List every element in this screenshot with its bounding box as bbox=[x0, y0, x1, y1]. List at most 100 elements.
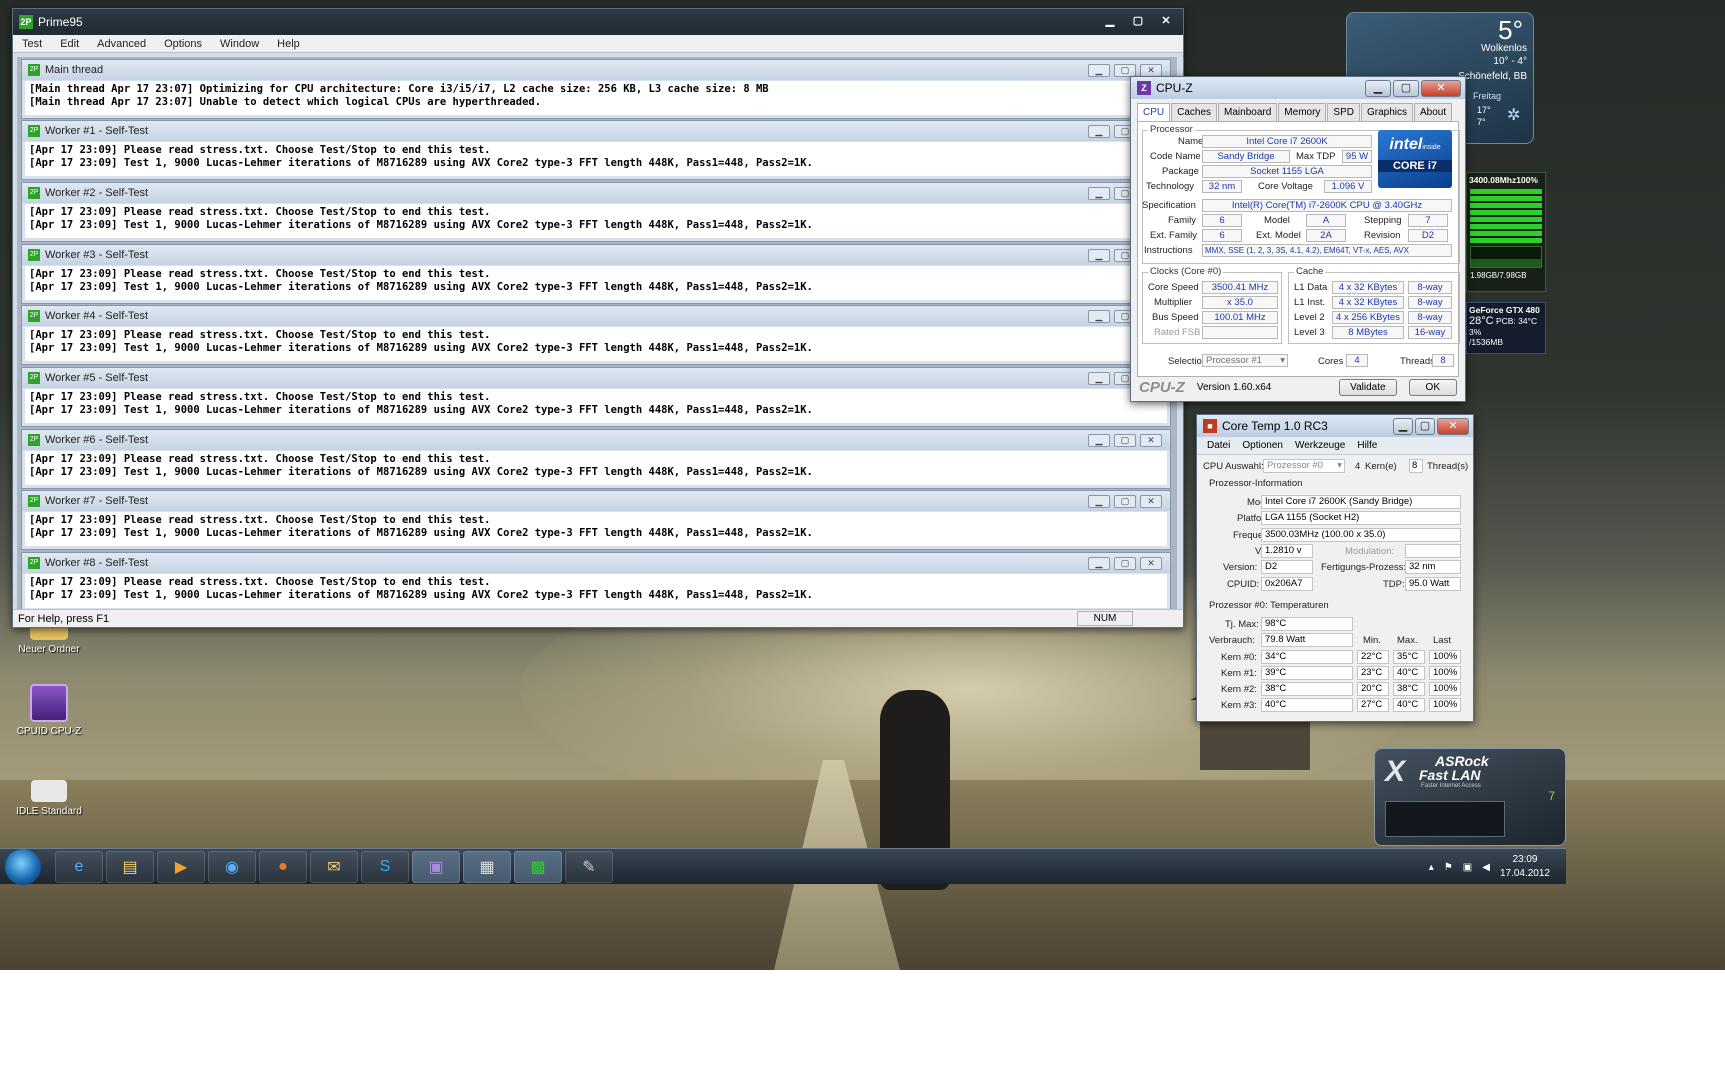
taskbar-skype[interactable]: S bbox=[361, 850, 409, 883]
minimize-button[interactable]: ▁ bbox=[1088, 248, 1110, 262]
taskbar-prime95[interactable]: ▩ bbox=[514, 850, 562, 883]
worker-window-8[interactable]: 2P Worker #8 - Self-Test ▁ ▢ ✕ [Apr 17 23:0… bbox=[21, 552, 1171, 612]
tab-spd[interactable]: SPD bbox=[1327, 103, 1360, 121]
menu-werkzeuge[interactable]: Werkzeuge bbox=[1289, 440, 1351, 451]
flag-icon[interactable]: ⚑ bbox=[1444, 862, 1453, 873]
log-output[interactable]: [Apr 17 23:09] Please read stress.txt. C… bbox=[25, 142, 1167, 176]
worker-window-3[interactable]: 2PWorker #3 - Self-Test ▁▢✕ [Apr 17 23:0… bbox=[21, 244, 1171, 304]
taskbar-media-player[interactable]: ▶ bbox=[157, 850, 205, 883]
tray-expand-icon[interactable]: ▴ bbox=[1429, 862, 1434, 873]
menu-window[interactable]: Window bbox=[211, 38, 268, 50]
ok-button[interactable]: OK bbox=[1408, 378, 1457, 396]
taskbar-firefox[interactable]: ● bbox=[259, 850, 307, 883]
close-button[interactable]: ✕ bbox=[1140, 494, 1162, 508]
menu-options[interactable]: Options bbox=[155, 38, 211, 50]
minimize-button[interactable]: ▁ bbox=[1393, 417, 1413, 435]
asrock-fastlan-gadget[interactable]: ASRock Fast LAN Faster Internet Access X… bbox=[1374, 748, 1566, 846]
minimize-button[interactable]: ▁ bbox=[1088, 433, 1110, 447]
worker-window-6[interactable]: 2P Worker #6 - Self-Test ▁ ▢ ✕ [Apr 17 23:0… bbox=[21, 429, 1171, 489]
taskbar-globe-app[interactable]: ◉ bbox=[208, 850, 256, 883]
processor-select[interactable]: Processor #1 ▾ bbox=[1202, 354, 1288, 367]
maximize-button[interactable]: ▢ bbox=[1114, 433, 1136, 447]
taskbar-coretemp[interactable]: ▦ bbox=[463, 850, 511, 883]
taskbar-explorer[interactable]: ▤ bbox=[106, 850, 154, 883]
minimize-button[interactable]: ▁ bbox=[1097, 14, 1123, 31]
tab-caches[interactable]: Caches bbox=[1171, 103, 1218, 121]
taskbar-tool[interactable]: ✎ bbox=[565, 850, 613, 883]
coretemp-window[interactable]: ■ Core Temp 1.0 RC3 ▁ ▢ ✕ Datei Optionen… bbox=[1196, 414, 1474, 722]
tab-about[interactable]: About bbox=[1414, 103, 1453, 121]
coretemp-titlebar[interactable]: ■ Core Temp 1.0 RC3 ▁ ▢ ✕ bbox=[1197, 415, 1473, 437]
log-output[interactable]: [Apr 17 23:09] Please read stress.txt. C… bbox=[25, 389, 1167, 423]
menu-test[interactable]: Test bbox=[13, 38, 51, 50]
maximize-button[interactable]: ▢ bbox=[1125, 14, 1151, 31]
ie-icon: e bbox=[74, 857, 84, 875]
menu-datei[interactable]: Datei bbox=[1201, 440, 1236, 451]
close-button[interactable]: ✕ bbox=[1421, 79, 1461, 97]
menu-edit[interactable]: Edit bbox=[51, 38, 88, 50]
chevron-down-icon: ▾ bbox=[1337, 460, 1342, 471]
menu-hilfe[interactable]: Hilfe bbox=[1351, 440, 1383, 451]
taskbar-internet-explorer[interactable]: e bbox=[55, 850, 103, 883]
log-output[interactable]: [Main thread Apr 17 23:07] Optimizing fo… bbox=[25, 81, 1167, 115]
volume-icon[interactable]: ◀ bbox=[1482, 862, 1490, 873]
tab-mainboard[interactable]: Mainboard bbox=[1218, 103, 1278, 121]
minimize-button[interactable]: ▁ bbox=[1088, 494, 1110, 508]
cpu-meter-gadget[interactable]: 3400.08Mhz100% 1.98GB/7.98GB bbox=[1466, 172, 1546, 292]
log-output[interactable]: [Apr 17 23:09] Please read stress.txt. C… bbox=[25, 327, 1167, 361]
maximize-button[interactable]: ▢ bbox=[1415, 417, 1435, 435]
worker-window-4[interactable]: 2PWorker #4 - Self-Test ▁▢✕ [Apr 17 23:0… bbox=[21, 305, 1171, 365]
close-button[interactable]: ✕ bbox=[1140, 63, 1162, 77]
core-bar bbox=[1470, 217, 1542, 222]
field-label: Level 3 bbox=[1294, 327, 1325, 338]
menu-help[interactable]: Help bbox=[268, 38, 309, 50]
cpuz-window[interactable]: Z CPU-Z ▁ ▢ ✕ CPU Caches Mainboard Memor… bbox=[1130, 76, 1466, 402]
desktop-icon-cpuz[interactable]: CPUID CPU-Z bbox=[4, 684, 94, 737]
maximize-button[interactable]: ▢ bbox=[1114, 63, 1136, 77]
desktop-icon-idle[interactable]: IDLE Standard bbox=[4, 780, 94, 817]
cpuz-titlebar[interactable]: Z CPU-Z ▁ ▢ ✕ bbox=[1131, 77, 1465, 99]
gpu-gadget[interactable]: GeForce GTX 480 28°C PCB: 34°C 3% /1536M… bbox=[1466, 302, 1546, 354]
minimize-button[interactable]: ▁ bbox=[1088, 186, 1110, 200]
taskbar-clock[interactable]: 23:09 17.04.2012 bbox=[1500, 853, 1550, 881]
maximize-button[interactable]: ▢ bbox=[1114, 494, 1136, 508]
log-output[interactable]: [Apr 17 23:09] Please read stress.txt. C… bbox=[25, 266, 1167, 300]
worker-window-main[interactable]: 2P Main thread ▁ ▢ ✕ [Main thread Apr 17 23… bbox=[21, 59, 1171, 119]
log-output[interactable]: [Apr 17 23:09] Please read stress.txt. C… bbox=[25, 574, 1167, 608]
prime95-window[interactable]: 2P Prime95 ▁ ▢ ✕ Test Edit Advanced Opti… bbox=[12, 8, 1184, 628]
minimize-button[interactable]: ▁ bbox=[1088, 556, 1110, 570]
close-button[interactable]: ✕ bbox=[1153, 14, 1179, 31]
start-button[interactable] bbox=[5, 848, 41, 885]
maximize-button[interactable]: ▢ bbox=[1393, 79, 1419, 97]
validate-button[interactable]: Validate bbox=[1339, 378, 1397, 396]
tab-graphics[interactable]: Graphics bbox=[1360, 103, 1413, 121]
network-icon[interactable]: ▣ bbox=[1463, 862, 1472, 873]
minimize-button[interactable]: ▁ bbox=[1088, 309, 1110, 323]
minimize-button[interactable]: ▁ bbox=[1365, 79, 1391, 97]
minimize-button[interactable]: ▁ bbox=[1088, 371, 1110, 385]
minimize-button[interactable]: ▁ bbox=[1088, 124, 1110, 138]
menu-advanced[interactable]: Advanced bbox=[88, 38, 155, 50]
menu-optionen[interactable]: Optionen bbox=[1236, 440, 1289, 451]
media-player-icon: ▶ bbox=[174, 858, 188, 876]
shortcut-icon bbox=[31, 780, 67, 802]
close-button[interactable]: ✕ bbox=[1140, 556, 1162, 570]
intel-inside: inside bbox=[1422, 144, 1441, 151]
cpu-select[interactable]: Prozessor #0 ▾ bbox=[1263, 459, 1345, 473]
log-output[interactable]: [Apr 17 23:09] Please read stress.txt. C… bbox=[25, 512, 1167, 546]
taskbar-mail[interactable]: ✉ bbox=[310, 850, 358, 883]
maximize-button[interactable]: ▢ bbox=[1114, 556, 1136, 570]
close-button[interactable]: ✕ bbox=[1437, 417, 1469, 435]
tab-memory[interactable]: Memory bbox=[1278, 103, 1327, 121]
worker-window-7[interactable]: 2P Worker #7 - Self-Test ▁ ▢ ✕ [Apr 17 23:0… bbox=[21, 490, 1171, 550]
taskbar-cpuz[interactable]: ▣ bbox=[412, 850, 460, 883]
tab-cpu[interactable]: CPU bbox=[1137, 103, 1171, 121]
minimize-button[interactable]: ▁ bbox=[1088, 63, 1110, 77]
worker-window-1[interactable]: 2PWorker #1 - Self-Test ▁▢✕ [Apr 17 23:0… bbox=[21, 120, 1171, 180]
log-output[interactable]: [Apr 17 23:09] Please read stress.txt. C… bbox=[25, 451, 1167, 485]
prime95-titlebar[interactable]: 2P Prime95 ▁ ▢ ✕ bbox=[13, 9, 1183, 35]
log-output[interactable]: [Apr 17 23:09] Please read stress.txt. C… bbox=[25, 204, 1167, 238]
worker-window-5[interactable]: 2PWorker #5 - Self-Test ▁▢✕ [Apr 17 23:0… bbox=[21, 367, 1171, 427]
close-button[interactable]: ✕ bbox=[1140, 433, 1162, 447]
worker-window-2[interactable]: 2PWorker #2 - Self-Test ▁▢✕ [Apr 17 23:0… bbox=[21, 182, 1171, 242]
